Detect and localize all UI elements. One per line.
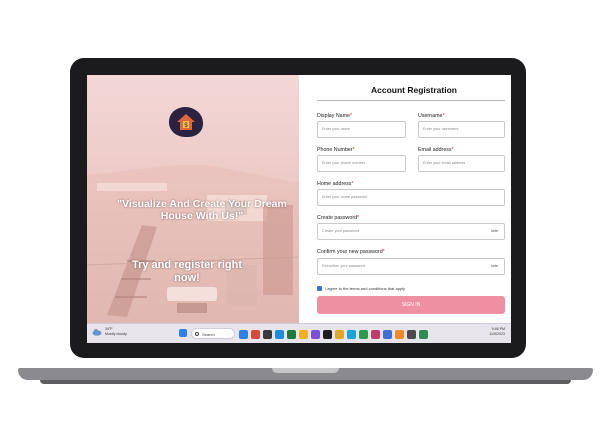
weather-widget[interactable]: 34°F Mostly cloudy (105, 327, 127, 337)
taskbar-app-icon[interactable] (419, 329, 428, 339)
search-label: Search (202, 332, 215, 337)
username-input[interactable]: Enter your username (418, 121, 505, 138)
system-clock[interactable]: 9:46 PM 11/9/2023 (489, 327, 505, 337)
clock-date: 11/9/2023 (489, 332, 505, 336)
taskbar: 34°F Mostly cloudy Search 9:46 PM 11/9/2… (87, 323, 511, 343)
taskbar-app-icon[interactable] (263, 329, 272, 339)
taskbar-search[interactable]: Search (191, 328, 235, 339)
registration-form: Account Registration Display Name* Enter… (299, 75, 511, 323)
username-placeholder: Enter your username (423, 127, 459, 131)
promo-heading: "Visualize And Create Your Dream House W… (117, 198, 287, 222)
promo-panel: $ "Visualize And Create Your Dream House… (87, 75, 299, 323)
home-address-placeholder: Enter your home password (322, 195, 368, 199)
email-label: Email address* (418, 147, 454, 153)
display-name-input[interactable]: Enter your name (317, 121, 406, 138)
terms-checkbox[interactable] (317, 286, 322, 291)
house-icon: $ (177, 114, 195, 130)
confirm-password-placeholder: Reconfirm your password (322, 264, 366, 268)
taskbar-app-icon[interactable] (383, 329, 392, 339)
taskbar-app-icon[interactable] (347, 329, 356, 339)
taskbar-app-icon[interactable] (275, 329, 284, 339)
taskbar-app-icon[interactable] (239, 329, 248, 339)
phone-label: Phone Number* (317, 147, 355, 153)
title-divider (317, 100, 505, 101)
email-placeholder: Enter your email address (423, 161, 466, 165)
cloud-icon (92, 329, 102, 336)
username-label: Username* (418, 113, 445, 119)
laptop-notch (272, 368, 339, 373)
laptop-screen: $ "Visualize And Create Your Dream House… (87, 75, 511, 343)
home-address-input[interactable]: Enter your home password (317, 189, 505, 206)
taskbar-app-icon[interactable] (323, 329, 332, 339)
taskbar-app-icon[interactable] (359, 329, 368, 339)
confirm-toggle[interactable]: hide (491, 264, 498, 268)
taskbar-apps (239, 328, 431, 340)
create-password-placeholder: Create your password (322, 229, 360, 233)
confirm-password-label: Confirm your new password* (317, 249, 385, 255)
home-address-label: Home address* (317, 181, 354, 187)
terms-label: I agree to the terms and conditions that… (325, 286, 406, 291)
promo-cta: Try and register right now! (131, 259, 243, 284)
display-name-label: Display Name* (317, 113, 353, 119)
email-input[interactable]: Enter your email address (418, 155, 505, 172)
taskbar-app-icon[interactable] (407, 329, 416, 339)
taskbar-app-icon[interactable] (335, 329, 344, 339)
taskbar-app-icon[interactable] (311, 329, 320, 339)
taskbar-app-icon[interactable] (371, 329, 380, 339)
sign-in-button[interactable]: SIGN IN (317, 296, 505, 314)
password-toggle[interactable]: hide (491, 229, 498, 233)
room-illustration (87, 165, 299, 323)
form-title: Account Registration (371, 85, 457, 95)
taskbar-app-icon[interactable] (251, 329, 260, 339)
taskbar-app-icon[interactable] (299, 329, 308, 339)
sign-in-label: SIGN IN (401, 302, 421, 308)
phone-input[interactable]: Enter your phone number (317, 155, 406, 172)
taskbar-app-icon[interactable] (287, 329, 296, 339)
scene: $ "Visualize And Create Your Dream House… (0, 0, 611, 432)
search-icon (195, 332, 199, 336)
start-icon[interactable] (179, 329, 187, 337)
taskbar-app-icon[interactable] (395, 329, 404, 339)
display-name-placeholder: Enter your name (322, 127, 351, 131)
create-password-label: Create password* (317, 215, 360, 221)
phone-placeholder: Enter your phone number (322, 161, 366, 165)
confirm-password-input[interactable]: Reconfirm your password hide (317, 258, 505, 275)
laptop-base-shadow (40, 380, 571, 384)
create-password-input[interactable]: Create your password hide (317, 223, 505, 240)
weather-desc: Mostly cloudy (105, 332, 127, 336)
brand-logo: $ (169, 107, 203, 137)
